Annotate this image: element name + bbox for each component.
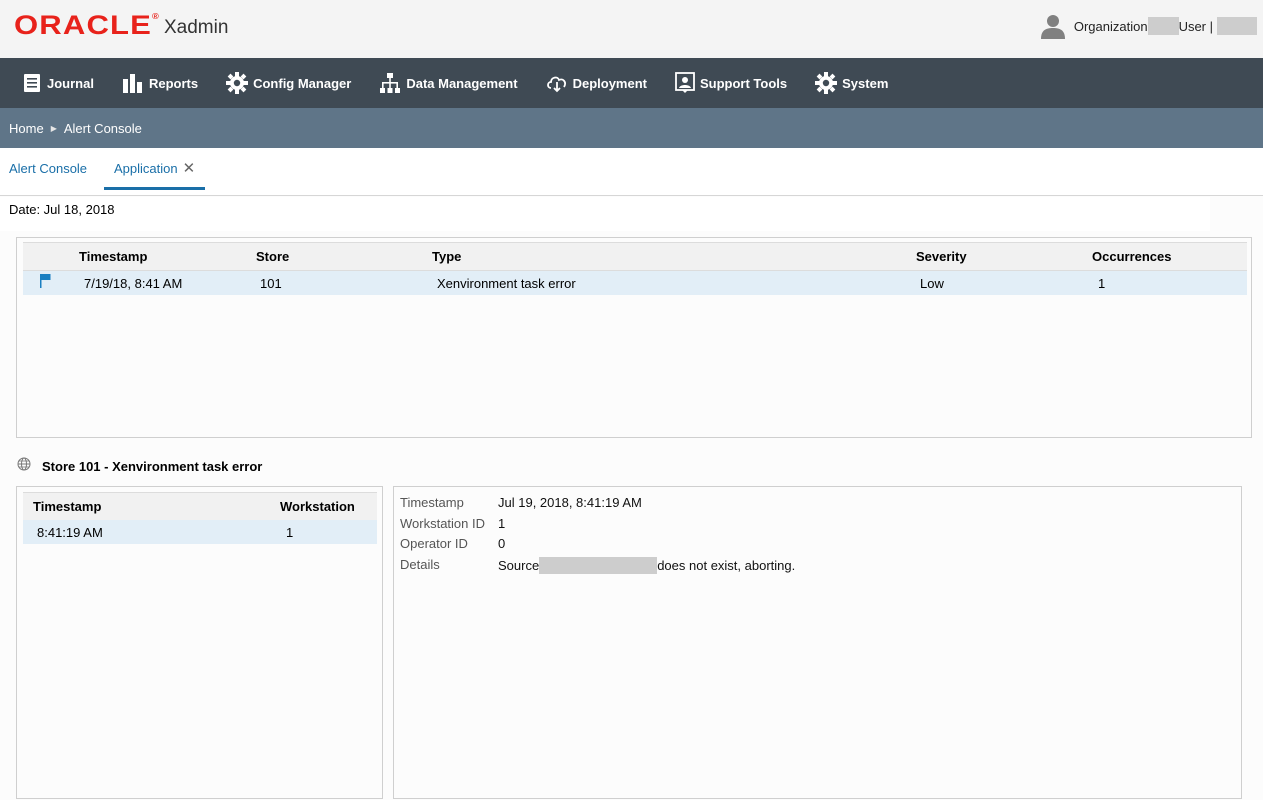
nav-data-management[interactable]: Data Management (379, 72, 518, 94)
nav-support-tools[interactable]: Support Tools (675, 72, 787, 94)
details-panel: Timestamp Jul 19, 2018, 8:41:19 AM Works… (393, 486, 1242, 799)
alerts-table-header: Timestamp Store Type Severity Occurrence… (23, 242, 1247, 271)
date-bar (0, 197, 1210, 231)
col-severity[interactable]: Severity (916, 249, 967, 264)
nav-support-tools-label: Support Tools (699, 75, 788, 91)
support-icon (675, 72, 695, 93)
nav-config-manager-label: Config Manager (253, 75, 352, 91)
globe-icon (17, 457, 31, 471)
user-menu[interactable]: Organization User | (1040, 15, 1257, 39)
col-occurrences[interactable]: Occurrences (1092, 249, 1172, 264)
nav-reports-label: Reports (148, 75, 199, 91)
user-redacted (1217, 17, 1257, 35)
main-nav: Journal Reports Config Manager Data Mana… (0, 58, 1263, 108)
nav-journal[interactable]: Journal (22, 73, 94, 93)
alerts-table: Timestamp Store Type Severity Occurrence… (16, 237, 1252, 438)
cell-occ-timestamp: 8:41:19 AM (37, 525, 103, 540)
gear-icon (815, 72, 838, 94)
tab-application-label: Application (114, 161, 178, 176)
col-type[interactable]: Type (432, 249, 461, 264)
nav-journal-label: Journal (47, 75, 94, 91)
breadcrumb: Home ▶ Alert Console (0, 108, 1263, 148)
detail-workstation-label: Workstation ID (400, 516, 486, 531)
main-content: Date: Jul 18, 2018 Timestamp Store Type … (0, 197, 1263, 800)
detail-timestamp-label: Timestamp (400, 495, 464, 510)
details-prefix: Source (498, 558, 540, 573)
detail-details-label: Details (400, 557, 440, 572)
breadcrumb-current: Alert Console (63, 120, 142, 136)
detail-workstation-value: 1 (498, 516, 506, 531)
col-occ-timestamp[interactable]: Timestamp (33, 499, 101, 514)
details-redacted (539, 557, 658, 574)
detail-operator-label: Operator ID (400, 536, 468, 551)
cell-timestamp: 7/19/18, 8:41 AM (84, 276, 183, 291)
tab-alert-console[interactable]: Alert Console (9, 148, 87, 190)
cell-severity: Low (920, 276, 944, 291)
nav-deployment[interactable]: Deployment (546, 73, 647, 93)
occurrences-table-header: Timestamp Workstation (23, 492, 377, 521)
app-header: ORACLE® Xadmin Organization User | (0, 0, 1263, 58)
tab-bar: Alert Console Application ✕ (0, 148, 1263, 196)
nav-system[interactable]: System (815, 72, 888, 94)
journal-icon (24, 74, 40, 92)
cell-type: Xenvironment task error (437, 276, 576, 291)
oracle-logo: ORACLE® (14, 10, 160, 40)
breadcrumb-arrow-icon: ▶ (50, 123, 57, 133)
close-icon[interactable]: ✕ (183, 160, 196, 177)
breadcrumb-home[interactable]: Home (9, 121, 44, 136)
cell-occ-workstation: 1 (286, 525, 294, 540)
table-row[interactable]: 8:41:19 AM 1 (23, 520, 377, 544)
cell-occurrences: 1 (1098, 276, 1106, 291)
details-suffix: does not exist, aborting. (657, 558, 796, 573)
nav-config-manager[interactable]: Config Manager (226, 72, 351, 94)
logo-text: ORACLE (14, 10, 152, 40)
col-timestamp[interactable]: Timestamp (79, 249, 147, 264)
reports-icon (122, 74, 142, 93)
org-redacted (1147, 17, 1179, 35)
nav-data-management-label: Data Management (406, 75, 518, 91)
cloud-download-icon (546, 76, 566, 93)
gear-icon (226, 72, 249, 94)
nav-deployment-label: Deployment (572, 75, 647, 91)
table-row[interactable]: 7/19/18, 8:41 AM 101 Xenvironment task e… (23, 271, 1247, 295)
user-label: User | (1178, 18, 1213, 34)
flag-icon (40, 274, 51, 288)
nav-system-label: System (842, 75, 889, 91)
app-title: Xadmin (164, 17, 229, 38)
detail-timestamp-value: Jul 19, 2018, 8:41:19 AM (498, 495, 642, 510)
detail-operator-value: 0 (498, 536, 506, 551)
nav-reports[interactable]: Reports (122, 73, 198, 93)
hierarchy-icon (380, 73, 401, 93)
col-store[interactable]: Store (256, 249, 289, 264)
cell-store: 101 (260, 276, 282, 291)
col-occ-workstation[interactable]: Workstation (280, 499, 355, 514)
tab-application[interactable]: Application ✕ (104, 148, 206, 190)
occurrences-table: Timestamp Workstation 8:41:19 AM 1 (16, 486, 383, 799)
detail-title: Store 101 - Xenvironment task error (42, 459, 263, 474)
org-label: Organization (1073, 18, 1148, 34)
detail-details-value: Source does not exist, aborting. (498, 557, 795, 574)
tab-alert-console-label: Alert Console (9, 161, 88, 176)
user-icon (1040, 15, 1065, 39)
date-label: Date: Jul 18, 2018 (9, 202, 115, 217)
